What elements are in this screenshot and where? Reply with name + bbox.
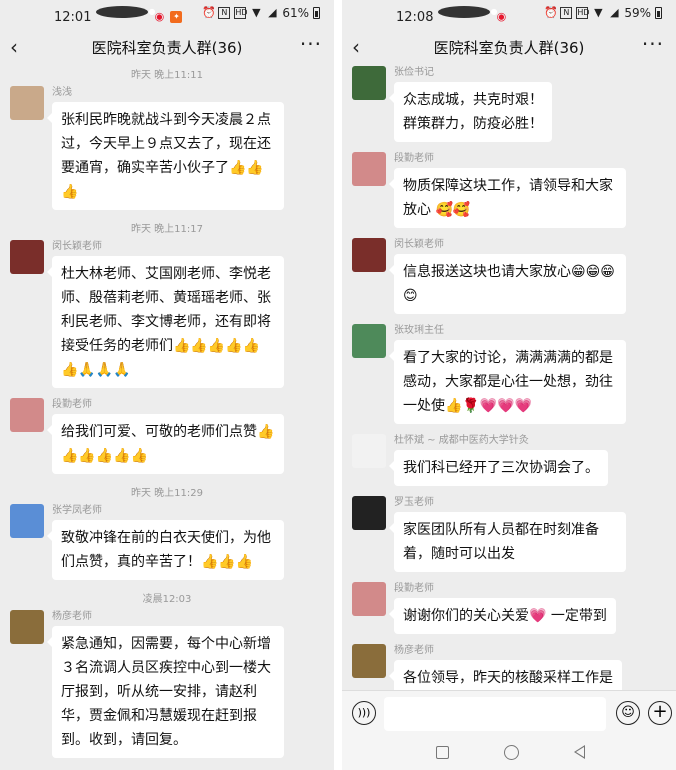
recent-apps-icon[interactable] [436, 746, 449, 759]
message-bubble[interactable]: 谢谢你们的关心关爱💗 一定带到 [389, 598, 616, 634]
message-item: 段勤老师谢谢你们的关心关爱💗 一定带到 [342, 582, 676, 634]
sender-name: 杜怀斌 ~ 成都中医药大学针灸 [394, 435, 529, 446]
message-bubble[interactable]: 家医团队所有人员都在时刻准备着，随时可以出发 [389, 512, 626, 572]
message-bubble[interactable]: 杜大林老师、艾国刚老师、李悦老师、殷蓓莉老师、黄瑶瑶老师、张利民老师、李文博老师… [47, 256, 284, 388]
chat-screen-right: 12:08 ● ◉ ⏰ N HD ▼ ◢ 59% ‹ 医院科室负责人群(36) … [342, 0, 676, 770]
signal-icon: ◢ [610, 6, 619, 19]
message-list[interactable]: 张俭书记 众志成城，共克时艰！ 群策群力，防疫必胜！ 段勤老师 物质保障这块工作，请领… [342, 66, 676, 706]
avatar[interactable] [352, 66, 386, 100]
avatar[interactable] [352, 324, 386, 358]
sender-name: 段勤老师 [52, 399, 92, 410]
chat-header: ‹ 医院科室负责人群(36) ··· [342, 28, 676, 66]
avatar[interactable] [10, 398, 44, 432]
message-item: 杨彦老师 各位领导，昨天的核酸采样工作是 [342, 644, 676, 696]
message-bubble[interactable]: 信息报送这块也请大家放心😁😁😁😊 [389, 254, 626, 314]
home-icon[interactable] [504, 745, 519, 760]
chat-screen-left: 12:01 ● ◉ ✦ ⏰ N HD ▼ ◢ 61% ‹ 医院科室负责人群(36… [0, 0, 334, 770]
message-item: 张玫琍主任看了大家的讨论，满满满满的都是感动，大家都是心往一处想，劲往一处使👍🌹… [342, 324, 676, 424]
avatar[interactable] [10, 86, 44, 120]
nav-back-icon[interactable] [574, 745, 585, 759]
message-item: 浅浅张利民昨晚就战斗到今天凌晨２点过，今天早上９点又去了，现在还要通宵，确实辛苦… [0, 86, 334, 210]
timestamp: 凌晨12:03 [142, 594, 192, 605]
message-bubble[interactable]: 我们科已经开了三次协调会了。 [389, 450, 608, 486]
battery-percent: 59% [624, 6, 651, 20]
message-item: 罗玉老师家医团队所有人员都在时刻准备着，随时可以出发 [342, 496, 676, 572]
sender-name: 杨彦老师 [394, 645, 434, 656]
sender-name: 段勤老师 [394, 583, 434, 594]
system-nav-bar [342, 736, 676, 770]
more-options-icon[interactable]: ··· [642, 32, 664, 56]
voice-input-icon[interactable]: ))) [352, 701, 376, 725]
sender-name: 闵长颖老师 [52, 241, 102, 252]
wifi-icon: ▼ [594, 6, 603, 19]
message-bubble[interactable]: 张利民昨晚就战斗到今天凌晨２点过，今天早上９点又去了，现在还要通宵，确实辛苦小伙… [47, 102, 284, 210]
message-item: 闵长颖老师杜大林老师、艾国刚老师、李悦老师、殷蓓莉老师、黄瑶瑶老师、张利民老师、… [0, 240, 334, 388]
avatar[interactable] [10, 504, 44, 538]
message-icon: ● [96, 6, 155, 18]
avatar[interactable] [352, 496, 386, 530]
timestamp: 昨天 晚上11:29 [131, 488, 203, 499]
battery-icon [655, 7, 662, 19]
message-item: 杨彦老师紧急通知，因需要，每个中心新增３名流调人员区疾控中心到一楼大厅报到，听从… [0, 610, 334, 758]
alarm-icon: ⏰ [202, 6, 217, 19]
app-icon: ✦ [170, 11, 183, 23]
message-item: 段勤老师物质保障这块工作，请领导和大家放心 🥰🥰 [342, 152, 676, 228]
sender-name: 张玫琍主任 [394, 325, 444, 336]
message-item: 杜怀斌 ~ 成都中医药大学针灸我们科已经开了三次协调会了。 [342, 434, 676, 486]
avatar[interactable] [10, 240, 44, 274]
message-bubble[interactable]: 给我们可爱、可敬的老师们点赞👍👍👍👍👍👍 [47, 414, 284, 474]
alarm-icon: ⏰ [544, 6, 559, 19]
message-bubble[interactable]: 致敬冲锋在前的白衣天使们，为他们点赞，真的辛苦了！👍👍👍 [47, 520, 284, 580]
back-arrow-icon[interactable]: ‹ [10, 35, 18, 59]
chat-title: 医院科室负责人群(36) [91, 38, 243, 57]
timestamp: 昨天 晚上11:11 [131, 70, 203, 81]
hd-icon: HD [234, 7, 248, 19]
message-bubble[interactable]: 紧急通知，因需要，每个中心新增３名流调人员区疾控中心到一楼大厅报到，听从统一安排… [47, 626, 284, 758]
message-input[interactable] [384, 697, 606, 731]
avatar[interactable] [10, 610, 44, 644]
sender-name: 浅浅 [52, 87, 72, 98]
message-icon: ● [438, 6, 497, 18]
avatar[interactable] [352, 152, 386, 186]
status-time: 12:01 [54, 9, 92, 25]
message-item: 闵长颖老师信息报送这块也请大家放心😁😁😁😊 [342, 238, 676, 314]
sender-name: 段勤老师 [394, 153, 434, 164]
avatar[interactable] [352, 434, 386, 468]
weibo-icon: ◉ [496, 10, 507, 23]
message-item: 段勤老师给我们可爱、可敬的老师们点赞👍👍👍👍👍👍 [0, 398, 334, 474]
hd-icon: HD [576, 7, 590, 19]
sender-name: 张俭书记 [394, 67, 434, 78]
message-bubble[interactable]: 物质保障这块工作，请领导和大家放心 🥰🥰 [389, 168, 626, 228]
nfc-icon: N [560, 7, 573, 19]
input-bar: ))) ☺ + [342, 690, 676, 736]
battery-icon [313, 7, 320, 19]
plus-icon[interactable]: + [648, 701, 672, 725]
status-bar: 12:01 ● ◉ ✦ ⏰ N HD ▼ ◢ 61% [0, 0, 334, 28]
sender-name: 闵长颖老师 [394, 239, 444, 250]
avatar[interactable] [352, 582, 386, 616]
message-bubble[interactable]: 看了大家的讨论，满满满满的都是感动，大家都是心往一处想，劲往一处使👍🌹💗💗💗 [389, 340, 626, 424]
avatar[interactable] [352, 238, 386, 272]
signal-icon: ◢ [268, 6, 277, 19]
back-arrow-icon[interactable]: ‹ [352, 35, 360, 59]
sender-name: 罗玉老师 [394, 497, 434, 508]
message-bubble[interactable]: 众志成城，共克时艰！ 群策群力，防疫必胜！ [389, 82, 552, 142]
battery-percent: 61% [282, 6, 309, 20]
timestamp: 昨天 晚上11:17 [131, 224, 203, 235]
status-bar: 12:08 ● ◉ ⏰ N HD ▼ ◢ 59% [342, 0, 676, 28]
message-item: 张学凤老师致敬冲锋在前的白衣天使们，为他们点赞，真的辛苦了！👍👍👍 [0, 504, 334, 580]
avatar[interactable] [352, 644, 386, 678]
message-item: 张俭书记众志成城，共克时艰！ 群策群力，防疫必胜！ [342, 66, 676, 142]
wifi-icon: ▼ [252, 6, 261, 19]
chat-title: 医院科室负责人群(36) [433, 38, 585, 57]
status-time: 12:08 [396, 9, 434, 25]
more-options-icon[interactable]: ··· [300, 32, 322, 56]
sender-name: 张学凤老师 [52, 505, 102, 516]
sender-name: 杨彦老师 [52, 611, 92, 622]
chat-header: ‹ 医院科室负责人群(36) ··· [0, 28, 334, 66]
message-list[interactable]: 昨天 晚上11:11 浅浅张利民昨晚就战斗到今天凌晨２点过，今天早上９点又去了，现… [0, 66, 334, 768]
nfc-icon: N [218, 7, 231, 19]
emoji-icon[interactable]: ☺ [616, 701, 640, 725]
weibo-icon: ◉ [154, 10, 165, 23]
